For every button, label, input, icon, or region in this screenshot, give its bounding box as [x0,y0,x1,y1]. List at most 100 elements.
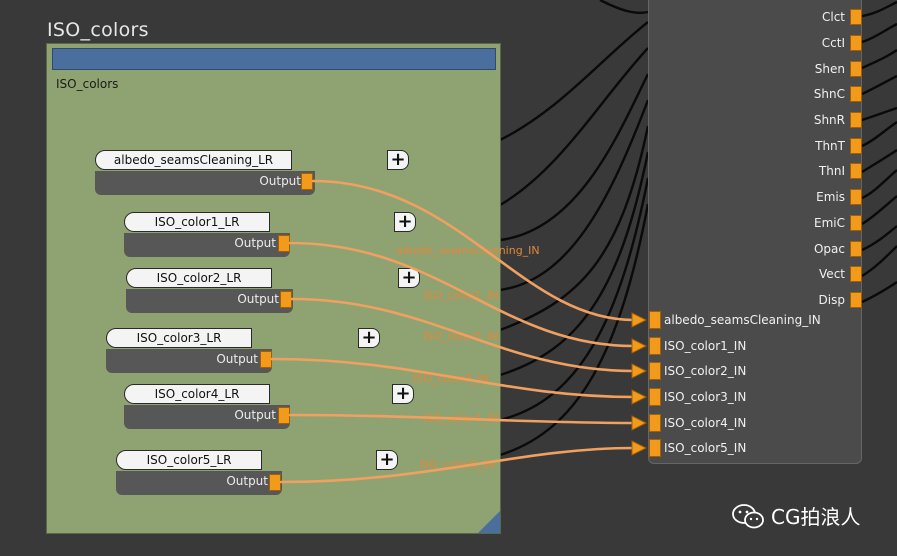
input-port-thnl[interactable] [850,163,862,179]
input-port-albedo-seamscleaning-in[interactable] [649,311,661,329]
input-port-iso-color5-in[interactable] [649,439,661,457]
arrow-iso-color1 [631,338,648,354]
background-wire [499,99,650,292]
output-port[interactable] [278,407,290,424]
node-body[interactable]: Output [126,289,293,313]
background-wire [861,121,897,148]
input-label-thnl: ThnI [818,164,845,178]
add-button[interactable]: + [376,450,398,470]
network-box-title-bar[interactable] [52,48,496,70]
arrow-iso-color3 [631,389,648,405]
background-wire [499,151,650,377]
background-wire [861,169,897,200]
arrow-albedo [631,312,648,328]
background-wire [861,195,897,226]
background-wire [499,47,649,207]
node-body[interactable]: Output [124,405,290,429]
node-name-label[interactable]: ISO_color5_LR [116,450,262,470]
background-wire [861,74,897,96]
output-port[interactable] [280,291,292,308]
input-label-albedo-seamscleaning-in: albedo_seamsCleaning_IN [664,313,821,327]
background-wire [861,225,897,252]
input-port-iso-color2-in[interactable] [649,362,661,380]
node-name-label[interactable]: ISO_color4_LR [124,384,270,404]
output-label: Output [234,408,276,422]
output-label: Output [234,236,276,250]
input-label-iso-color3-in: ISO_color3_IN [664,390,747,404]
add-button[interactable]: + [398,268,420,288]
node-body[interactable]: Output [95,171,315,195]
input-port-emic[interactable] [850,215,862,231]
input-label-cctl: CctI [821,36,845,50]
background-wire [861,245,897,278]
background-wire [861,149,897,174]
input-label-emic: EmiC [814,216,845,230]
wire-label-iso-color5: ISO_color5_IN [419,458,495,471]
input-label-shnr: ShnR [813,113,845,127]
wechat-icon [732,503,764,528]
input-port-clct[interactable] [850,9,862,25]
output-port[interactable] [260,351,272,368]
background-wire [599,0,649,14]
node-name-label[interactable]: albedo_seamsCleaning_LR [95,150,292,170]
input-label-disp: Disp [818,293,845,307]
node-name-label[interactable]: ISO_color2_LR [126,268,272,288]
arrow-iso-color2 [631,363,648,379]
output-label: Output [226,474,268,488]
background-wire [861,49,897,70]
background-wire [499,73,650,242]
input-label-opac: Opac [813,242,845,256]
wire-label-iso-color3: ISO_color3_IN [413,372,489,385]
arrow-iso-color4 [631,415,648,431]
node-name-label[interactable]: ISO_color1_LR [124,212,270,232]
node-name-label[interactable]: ISO_color3_LR [106,328,252,348]
input-label-iso-color5-in: ISO_color5_IN [664,441,747,455]
input-port-thnt[interactable] [850,138,862,154]
background-wire [499,125,650,332]
add-button[interactable]: + [387,150,409,170]
input-port-vect[interactable] [850,266,862,282]
input-port-cctl[interactable] [850,35,862,51]
input-label-iso-color2-in: ISO_color2_IN [664,364,747,378]
input-port-iso-color4-in[interactable] [649,414,661,432]
input-label-iso-color1-in: ISO_color1_IN [664,339,747,353]
background-wire [861,281,897,304]
add-button[interactable]: + [394,212,416,232]
node-body[interactable]: Output [106,349,272,373]
output-label: Output [237,292,279,306]
node-body[interactable]: Output [124,233,290,257]
arrow-iso-color5 [631,440,648,456]
input-label-clct: Clct [821,10,845,24]
output-label: Output [259,174,301,188]
output-port[interactable] [278,235,290,252]
wire-label-iso-color1: ISO_color1_IN [423,289,499,302]
watermark: CG拍浪人 [731,501,860,530]
network-title: ISO_colors [47,19,149,41]
input-port-emis[interactable] [850,189,862,205]
input-port-iso-color3-in[interactable] [649,388,661,406]
input-label-iso-color4-in: ISO_color4_IN [664,416,747,430]
background-wire [499,177,650,422]
output-port[interactable] [301,173,313,190]
background-wire [861,0,897,18]
input-port-disp[interactable] [850,292,862,308]
watermark-text: CG拍浪人 [771,505,861,529]
input-port-iso-color1-in[interactable] [649,337,661,355]
resize-handle[interactable] [478,511,500,533]
background-wire [499,21,649,142]
add-button[interactable]: + [358,328,380,348]
input-label-vect: Vect [819,267,845,281]
input-port-shnc[interactable] [850,86,862,102]
add-button[interactable]: + [392,384,414,404]
input-label-thnt: ThnT [815,139,845,153]
output-port[interactable] [269,474,281,491]
input-port-opac[interactable] [850,241,862,257]
material-node[interactable]: Clct CctI Shen ShnC ShnR ThnT ThnI Emis … [648,0,862,464]
input-port-shnr[interactable] [850,112,862,128]
input-label-emis: Emis [816,190,845,204]
wire-label-iso-color4: ISO_color4_IN [423,412,499,425]
wire-label-albedo: albedo_seamsCleaning_IN [396,244,540,257]
network-box-label: ISO_colors [56,77,119,91]
input-port-shen[interactable] [850,61,862,77]
node-body[interactable]: Output [116,471,282,495]
